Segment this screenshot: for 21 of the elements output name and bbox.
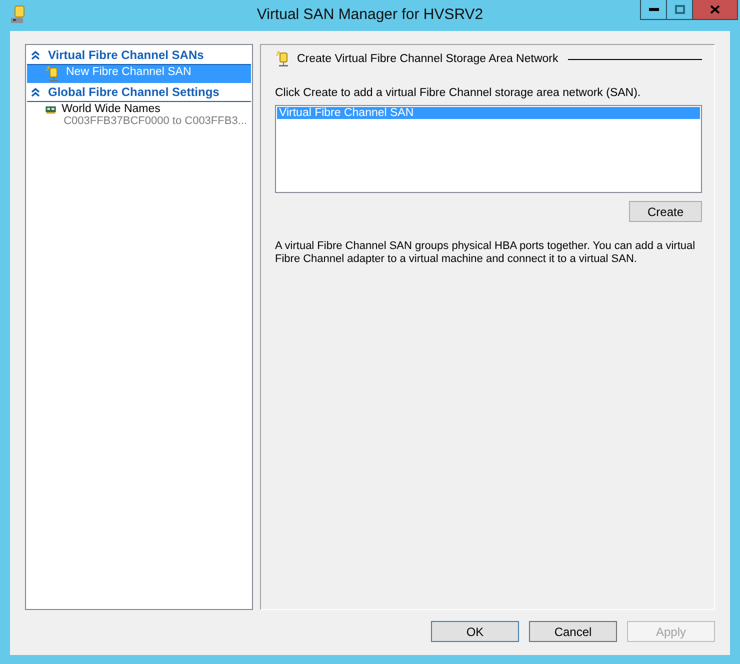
section-label: Virtual Fibre Channel SANs xyxy=(48,48,204,62)
group-heading: Create Virtual Fibre Channel Storage Area Network xyxy=(297,53,558,65)
item-label: New Fibre Channel SAN xyxy=(66,66,192,78)
close-icon xyxy=(710,5,720,14)
instruction-text: Click Create to add a virtual Fibre Channel storage area network (SAN). xyxy=(275,87,642,99)
dialog-button[interactable]: OK xyxy=(431,621,519,642)
network-icon xyxy=(275,51,291,67)
create-button[interactable]: Create xyxy=(629,201,702,222)
dialog-button[interactable]: Cancel xyxy=(529,621,617,642)
close-button[interactable] xyxy=(692,0,738,20)
description-text: A virtual Fibre Channel SAN groups physical HBA ports together. You can add a virtual Fibre Channel adapter to a virtual machine and connect it to a virtual SAN. xyxy=(275,240,696,266)
section-label: Global Fibre Channel Settings xyxy=(48,85,220,99)
item-label: World Wide Names xyxy=(62,103,162,115)
window-title: Virtual SAN Manager for HVSRV2 xyxy=(256,6,484,23)
minimize-icon xyxy=(648,8,658,12)
address-range: C003FFB37BCF0000 to C003FFB3... xyxy=(64,115,247,127)
minimize-button[interactable] xyxy=(640,0,667,20)
maximize-icon xyxy=(674,5,684,14)
section-header[interactable]: Global Fibre Channel Settings xyxy=(27,83,251,102)
tree-item[interactable]: World Wide Names C003FFB37BCF0000 to C003FFB3... xyxy=(27,102,251,128)
network-icon xyxy=(45,66,61,82)
